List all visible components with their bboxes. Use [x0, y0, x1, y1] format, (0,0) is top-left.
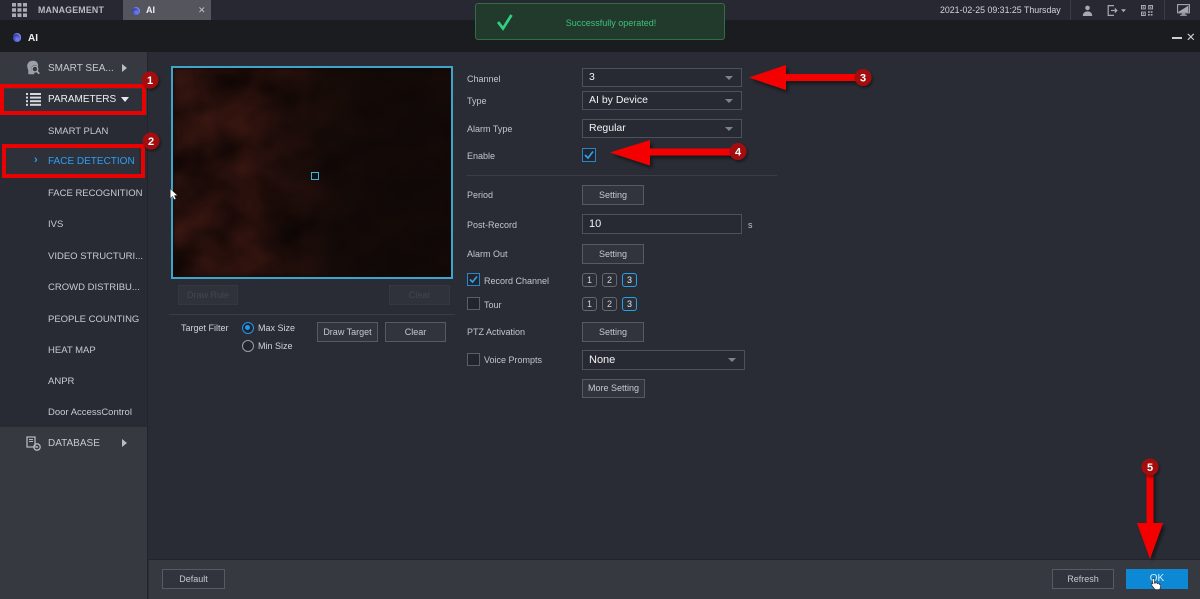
svg-text:4: 4: [735, 147, 742, 159]
svg-text:5: 5: [1147, 462, 1153, 474]
svg-text:3: 3: [860, 73, 866, 85]
svg-text:2: 2: [148, 136, 154, 148]
